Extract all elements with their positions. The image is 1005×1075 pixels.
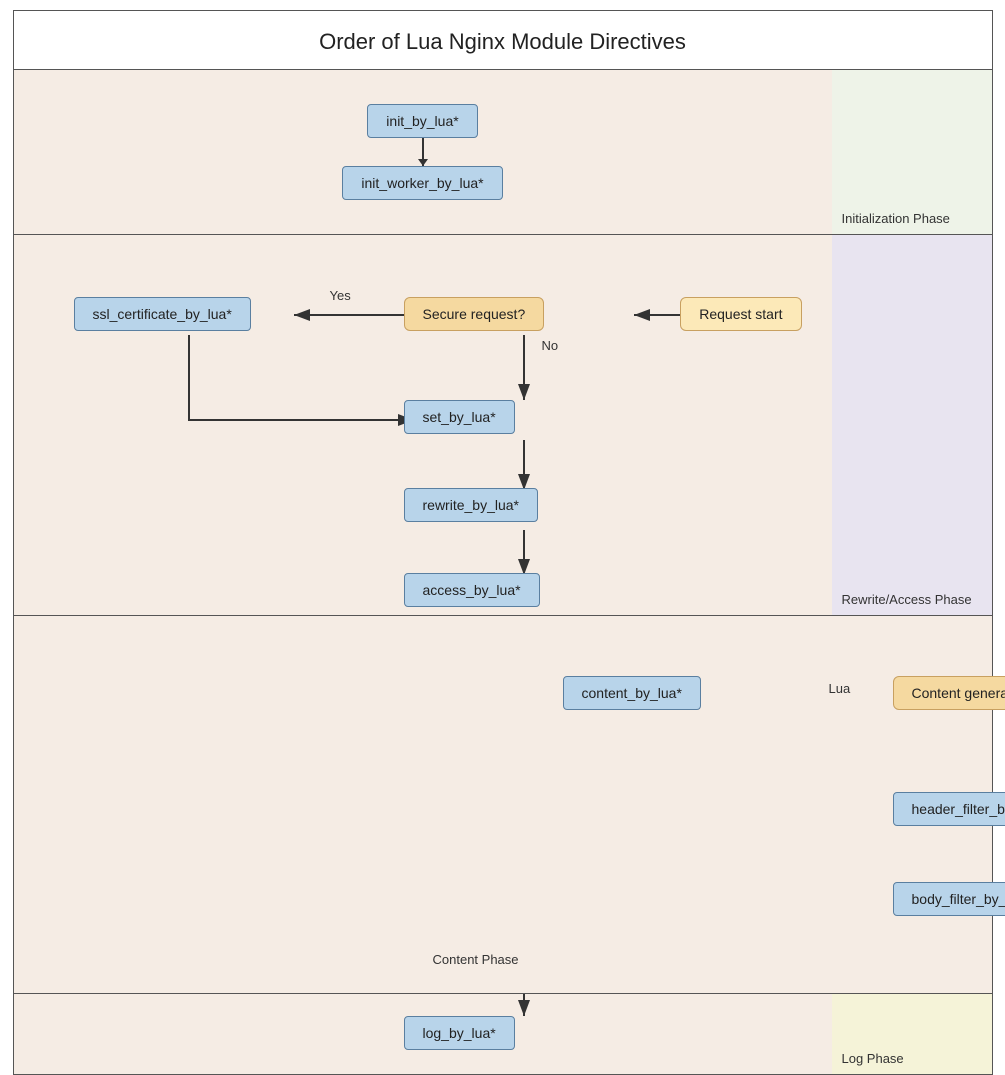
phase-rewrite: Request start Secure request? Yes ssl_ce… [14, 234, 992, 615]
rewrite-canvas: Request start Secure request? Yes ssl_ce… [14, 235, 832, 615]
yes-label: Yes [324, 287, 357, 305]
phase-init-label: Initialization Phase [832, 70, 992, 234]
phase-init-content: init_by_lua* init_worker_by_lua* [14, 70, 832, 234]
init-worker-by-lua-box: init_worker_by_lua* [342, 166, 502, 200]
no-label: No [536, 337, 565, 355]
header-filter-box: header_filter_by_lua* [893, 792, 1005, 826]
content-generated-box: Content generated by ? [893, 676, 1005, 710]
init-by-lua-box: init_by_lua* [367, 104, 477, 138]
secure-request-box: Secure request? [404, 297, 545, 331]
access-by-lua-box: access_by_lua* [404, 573, 540, 607]
phase-log: log_by_lua* Log Phase [14, 993, 992, 1074]
phase-content-label: Content Phase [423, 944, 583, 975]
init-boxes: init_by_lua* init_worker_by_lua* [342, 88, 502, 216]
phase-log-label: Log Phase [832, 994, 992, 1074]
content-by-lua-box: content_by_lua* [563, 676, 701, 710]
log-canvas: log_by_lua* [14, 994, 832, 1074]
phase-init: init_by_lua* init_worker_by_lua* Initial… [14, 69, 992, 234]
phase-log-content: log_by_lua* [14, 994, 832, 1074]
diagram-wrapper: Order of Lua Nginx Module Directives ini… [13, 10, 993, 1075]
ssl-certificate-box: ssl_certificate_by_lua* [74, 297, 251, 331]
phase-content-section: Content generated by ? Lua Upstream Othe… [14, 615, 992, 993]
log-by-lua-box: log_by_lua* [404, 1016, 515, 1050]
phase-rewrite-label: Rewrite/Access Phase [832, 235, 992, 615]
diagram-title: Order of Lua Nginx Module Directives [14, 11, 992, 69]
arrow-init-to-worker [422, 138, 424, 166]
rewrite-by-lua-box: rewrite_by_lua* [404, 488, 539, 522]
lua-label: Lua [823, 680, 857, 698]
set-by-lua-box: set_by_lua* [404, 400, 515, 434]
body-filter-box: body_filter_by_lua* [893, 882, 1005, 916]
request-start-box: Request start [680, 297, 801, 331]
phase-rewrite-content: Request start Secure request? Yes ssl_ce… [14, 235, 832, 615]
